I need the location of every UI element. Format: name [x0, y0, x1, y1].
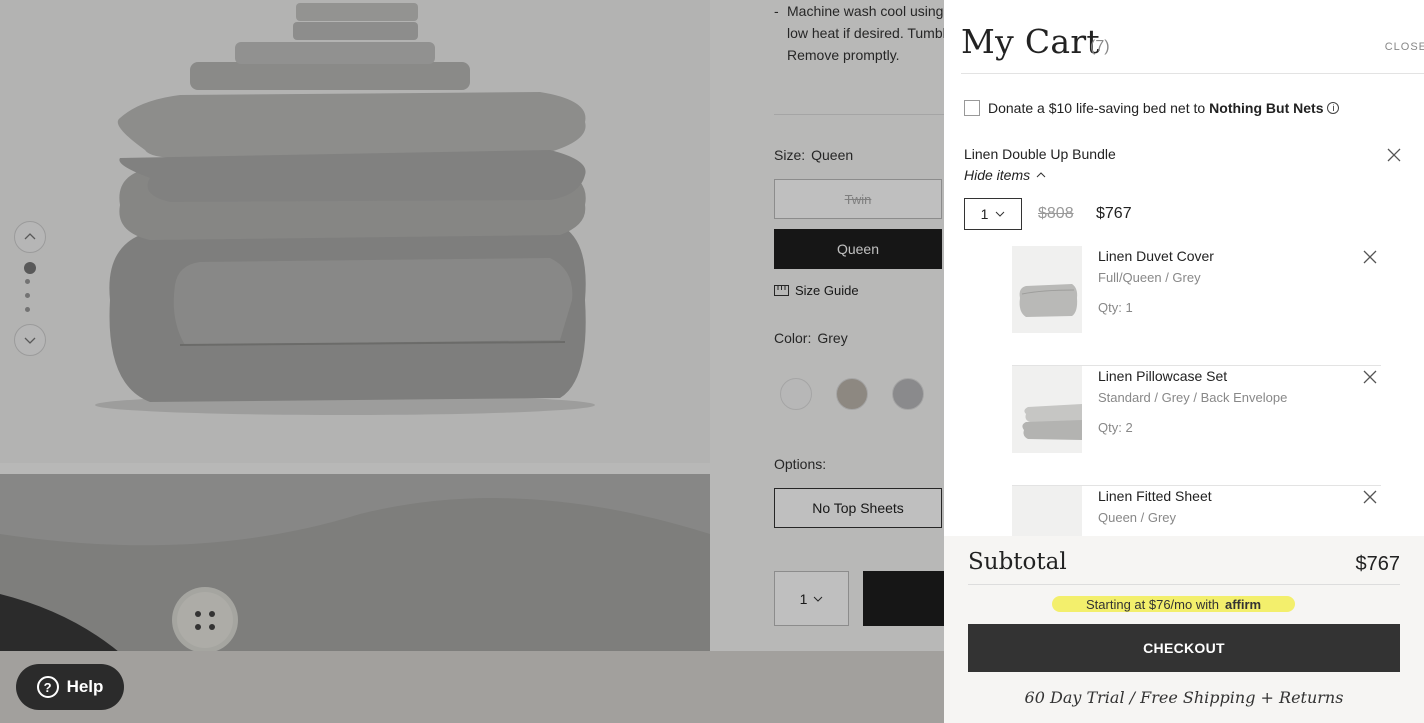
- cart-summary: Subtotal $767 Starting at $76/mo with af…: [944, 536, 1424, 723]
- item-name: Linen Duvet Cover: [1098, 248, 1214, 264]
- remove-bundle-close-icon[interactable]: [1387, 148, 1401, 162]
- bundle-name: Linen Double Up Bundle: [964, 146, 1116, 162]
- item-variant: Full/Queen / Grey: [1098, 270, 1201, 285]
- checkout-button[interactable]: CHECKOUT: [968, 624, 1400, 672]
- subtotal-label: Subtotal: [968, 549, 1067, 575]
- fitted-sheet-thumbnail: [1012, 486, 1082, 536]
- bundle-original-price: $808: [1038, 205, 1074, 222]
- modal-backdrop[interactable]: [0, 0, 944, 723]
- item-quantity: Qty: 1: [1098, 300, 1133, 315]
- affirm-logo: affirm: [1224, 596, 1262, 612]
- item-name: Linen Fitted Sheet: [1098, 488, 1212, 504]
- cart-drawer: My Cart (7) CLOSE Donate a $10 life-savi…: [944, 0, 1424, 723]
- duvet-thumbnail-image: [1012, 246, 1082, 333]
- affirm-text: Starting at $76/mo with: [1086, 596, 1219, 612]
- question-icon: ?: [36, 676, 59, 698]
- remove-item-close-icon[interactable]: [1363, 490, 1377, 504]
- help-button[interactable]: ? Help: [16, 664, 124, 710]
- item-quantity: Qty: 2: [1098, 420, 1133, 435]
- donate-checkbox[interactable]: [964, 100, 980, 116]
- bundle-item-fitted-sheet: Linen Fitted Sheet Queen / Grey: [1012, 486, 1381, 536]
- chevron-down-icon: [996, 211, 1005, 217]
- item-variant: Standard / Grey / Back Envelope: [1098, 390, 1288, 405]
- item-variant: Queen / Grey: [1098, 510, 1177, 525]
- item-name: Linen Pillowcase Set: [1098, 368, 1228, 384]
- donate-org: Nothing But Nets: [1209, 100, 1324, 116]
- subtotal-value: $767: [1355, 553, 1401, 575]
- remove-item-close-icon[interactable]: [1363, 250, 1377, 264]
- cart-title: My Cart: [961, 22, 1100, 61]
- duvet-cover-thumbnail: [1012, 246, 1082, 333]
- help-label: Help: [66, 677, 104, 696]
- pillowcase-thumbnail: [1012, 366, 1082, 453]
- donate-text: Donate a $10 life-saving bed net to: [988, 100, 1206, 116]
- trial-shipping-note: 60 Day Trial / Free Shipping + Returns: [1024, 688, 1344, 707]
- cart-header: My Cart (7) CLOSE: [961, 0, 1424, 74]
- bundle-sale-price: $767: [1096, 205, 1132, 222]
- bundle-quantity-select[interactable]: 1: [964, 198, 1022, 230]
- hide-items-label: Hide items: [964, 167, 1031, 183]
- hide-items-toggle[interactable]: Hide items: [964, 167, 1046, 183]
- donation-option[interactable]: Donate a $10 life-saving bed net to Noth…: [964, 100, 1340, 116]
- pillowcase-thumbnail-image: [1012, 366, 1082, 453]
- chevron-up-icon: [1036, 172, 1046, 178]
- affirm-financing-link[interactable]: Starting at $76/mo with affirm: [1052, 596, 1296, 612]
- info-icon[interactable]: i: [1327, 102, 1340, 114]
- bundle-item-pillowcase-set: Linen Pillowcase Set Standard / Grey / B…: [1012, 366, 1381, 486]
- remove-item-close-icon[interactable]: [1363, 370, 1377, 384]
- cart-item-count: (7): [1090, 38, 1110, 55]
- close-cart-button[interactable]: CLOSE: [1385, 41, 1424, 53]
- bundle-item-duvet-cover: Linen Duvet Cover Full/Queen / Grey Qty:…: [1012, 246, 1381, 366]
- summary-divider: [968, 584, 1400, 585]
- bundle-quantity-value: 1: [980, 206, 989, 222]
